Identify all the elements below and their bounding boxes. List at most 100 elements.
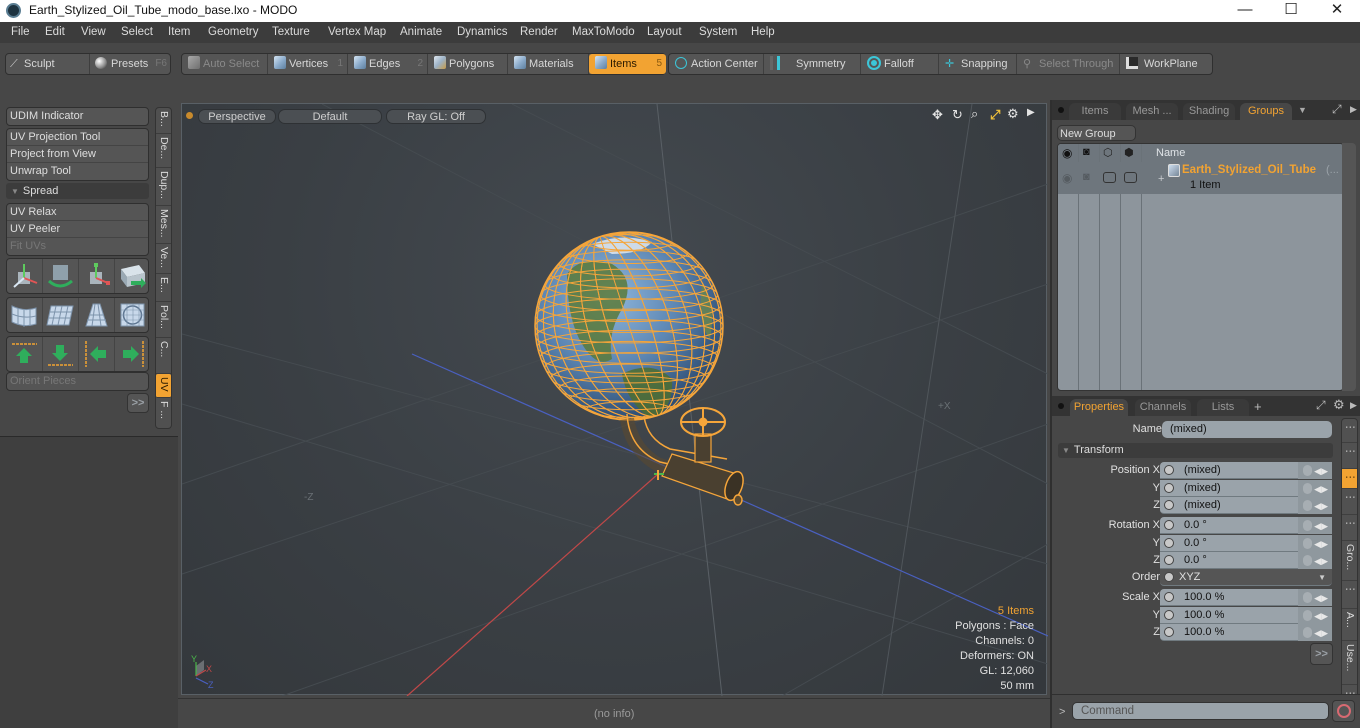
animate-dot-icon[interactable] [1164, 520, 1174, 530]
position-x-field[interactable]: (mixed) ◀▶ [1160, 462, 1332, 479]
groups-scrollbar[interactable] [1342, 143, 1356, 391]
reset-icon[interactable] [1303, 538, 1312, 549]
vtab-4[interactable]: ⋮ [1342, 489, 1357, 515]
tab-shading[interactable]: Shading [1183, 103, 1235, 120]
polygons-button[interactable]: Polygons [428, 54, 508, 74]
menu-edit[interactable]: Edit [45, 26, 65, 38]
animate-dot-icon[interactable] [1164, 572, 1174, 582]
drag-arrows-icon[interactable]: ◀▶ [1314, 590, 1328, 607]
sculpt-button[interactable]: ⟋ Sculpt [6, 54, 90, 74]
uv-taper-icon[interactable] [79, 298, 115, 332]
scale-z-field[interactable]: 100.0 % ◀▶ [1160, 624, 1332, 641]
expand-group-icon[interactable]: + [1158, 173, 1164, 185]
lock-cube-icon[interactable]: ⬡ [1103, 146, 1113, 159]
orient-pieces-button[interactable]: Orient Pieces [7, 373, 148, 390]
reset-icon[interactable] [1303, 500, 1312, 511]
vertices-button[interactable]: Vertices 1 [268, 54, 348, 74]
reset-icon[interactable] [1303, 555, 1312, 566]
menu-dynamics[interactable]: Dynamics [457, 26, 507, 38]
menu-vertex-map[interactable]: Vertex Map [328, 26, 386, 38]
select-cube-icon[interactable]: ⬢ [1124, 146, 1134, 159]
menu-file[interactable]: File [11, 26, 30, 38]
vtab-vertex[interactable]: Ve... [156, 244, 171, 274]
edges-button[interactable]: Edges 2 [348, 54, 428, 74]
row-render-icon[interactable]: ◙ [1083, 171, 1090, 183]
close-button[interactable]: ✕ [1314, 0, 1360, 22]
rotation-x-field[interactable]: 0.0 ° ◀▶ [1160, 517, 1332, 534]
spread-header[interactable]: ▼ Spread [6, 183, 149, 199]
pan-icon[interactable]: ✥ [932, 107, 943, 123]
drag-arrows-icon[interactable]: ◀▶ [1314, 498, 1328, 515]
panel-menu-dot-icon[interactable] [1058, 107, 1064, 113]
transform-header[interactable]: ▼ Transform [1058, 443, 1333, 458]
properties-more-icon[interactable]: ▶ [1350, 400, 1357, 411]
visibility-eye-icon[interactable]: ◉ [1062, 146, 1072, 160]
panel-more-icon[interactable]: ▶ [1350, 104, 1357, 115]
transform-uv-icon[interactable] [115, 259, 150, 293]
uv-relax-button[interactable]: UV Relax [7, 204, 148, 221]
row-select-checkbox[interactable] [1124, 172, 1137, 183]
rotate-view-icon[interactable]: ↻ [952, 107, 963, 123]
properties-gear-icon[interactable]: ⚙ [1333, 397, 1345, 413]
record-macro-button[interactable] [1332, 700, 1355, 722]
drag-arrows-icon[interactable]: ◀▶ [1314, 481, 1328, 498]
rotation-y-field[interactable]: 0.0 ° ◀▶ [1160, 535, 1332, 552]
tab-lists[interactable]: Lists [1197, 399, 1249, 416]
animate-dot-icon[interactable] [1164, 538, 1174, 548]
workplane-button[interactable]: WorkPlane [1120, 54, 1213, 74]
reset-icon[interactable] [1303, 592, 1312, 603]
reset-icon[interactable] [1303, 465, 1312, 476]
falloff-button[interactable]: Falloff [861, 54, 939, 74]
snapping-button[interactable]: ✛ Snapping [939, 54, 1017, 74]
menu-geometry[interactable]: Geometry [208, 26, 259, 38]
unwrap-tool-button[interactable]: Unwrap Tool [7, 163, 148, 180]
render-camera-icon[interactable]: ◙ [1083, 146, 1090, 158]
command-input[interactable]: Command [1072, 702, 1329, 720]
viewport-menu-dot-icon[interactable] [186, 112, 193, 119]
materials-button[interactable]: Materials [508, 54, 589, 74]
reset-icon[interactable] [1303, 520, 1312, 531]
vtab-deform[interactable]: De... [156, 134, 171, 168]
vtab-curve[interactable]: C... [156, 338, 171, 374]
animate-dot-icon[interactable] [1164, 592, 1174, 602]
menu-help[interactable]: Help [751, 26, 775, 38]
maximize-button[interactable]: ☐ [1268, 0, 1314, 22]
name-field[interactable]: (mixed) [1162, 421, 1332, 438]
menu-view[interactable]: View [81, 26, 106, 38]
items-button[interactable]: Items 5 [589, 54, 666, 74]
new-group-button[interactable]: New Group [1057, 125, 1136, 141]
vtab-a[interactable]: A... [1342, 609, 1357, 641]
vtab-duplicate[interactable]: Dup... [156, 168, 171, 206]
dropdown-arrow-icon[interactable]: ▼ [1318, 569, 1326, 586]
view-type-dropdown[interactable]: Perspective [198, 109, 276, 124]
viewport-canvas[interactable]: -Z +X Y X Z Perspective Default Ray GL: … [181, 103, 1048, 696]
viewport-more-icon[interactable]: ▶ [1027, 107, 1035, 118]
properties-menu-dot-icon[interactable] [1058, 403, 1064, 409]
action-center-button[interactable]: Action Center [669, 54, 764, 74]
position-z-field[interactable]: (mixed) ◀▶ [1160, 497, 1332, 514]
animate-dot-icon[interactable] [1164, 555, 1174, 565]
scale-y-field[interactable]: 100.0 % ◀▶ [1160, 607, 1332, 624]
align-left-icon[interactable] [79, 337, 115, 371]
zoom-view-icon[interactable]: ⌕ [971, 106, 978, 122]
menu-render[interactable]: Render [520, 26, 558, 38]
position-y-field[interactable]: (mixed) ◀▶ [1160, 480, 1332, 497]
tab-channels[interactable]: Channels [1135, 399, 1191, 416]
presets-button[interactable]: Presets F6 [90, 54, 171, 74]
scale-uv-icon[interactable] [79, 259, 115, 293]
menu-maxtomodo[interactable]: MaxToModo [572, 26, 635, 38]
uv-peeler-button[interactable]: UV Peeler [7, 221, 148, 238]
name-column-header[interactable]: Name [1156, 147, 1185, 159]
vtab-5[interactable]: ⋮ [1342, 515, 1357, 541]
drag-arrows-icon[interactable]: ◀▶ [1314, 608, 1328, 625]
vtab-1[interactable]: ⋮ [1342, 419, 1357, 443]
maximize-panel-icon[interactable]: ⤢ [1332, 102, 1342, 117]
uv-plane-icon[interactable] [43, 298, 79, 332]
drag-arrows-icon[interactable]: ◀▶ [1314, 553, 1328, 570]
animate-dot-icon[interactable] [1164, 627, 1174, 637]
vtab-basic[interactable]: B... [156, 108, 171, 134]
align-right-icon[interactable] [115, 337, 150, 371]
animate-dot-icon[interactable] [1164, 483, 1174, 493]
order-dropdown[interactable]: XYZ ▼ [1160, 569, 1332, 586]
maximize-properties-icon[interactable]: ⤢ [1316, 398, 1326, 413]
